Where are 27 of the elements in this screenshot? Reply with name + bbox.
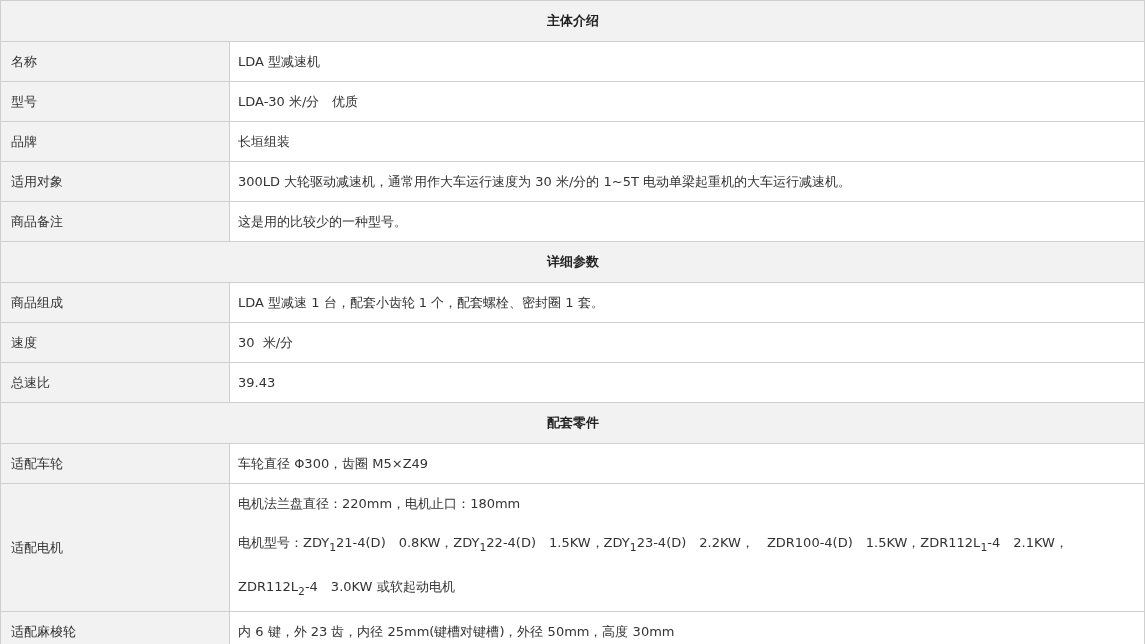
row-value: 电机法兰盘直径：220mm，电机止口：180mm xyxy=(238,495,522,513)
row-label: 总速比 xyxy=(1,363,230,402)
row-label: 速度 xyxy=(1,323,230,362)
row-label: 适配车轮 xyxy=(1,444,230,483)
row-label: 适配电机 xyxy=(1,484,230,612)
section-heading: 详细参数 xyxy=(1,242,1144,283)
row-value: 39.43 xyxy=(238,373,277,392)
row-value: LDA-30 米/分 优质 xyxy=(238,92,360,111)
row-value: 长垣组装 xyxy=(238,132,291,151)
section-heading: 配套零件 xyxy=(1,403,1144,444)
row-value: 电机型号：ZDY$_{1}$21-4(D) 0.8KW，ZDY$_{1}$22-4(D) 1.5KW，ZDY$_{1}$23-4(D) 2.2KW， ZDR100-4(D) 1.5KW，ZDR112L$_{1}$-4 2.1KW， xyxy=(238,534,1069,556)
row-value: 这是用的比较少的一种型号。 xyxy=(238,212,408,231)
row-value: LDA 型减速机 xyxy=(238,52,322,71)
section-heading: 主体介绍 xyxy=(1,1,1144,42)
row-label: 品牌 xyxy=(1,122,230,161)
row-value: 内 6 键，外 23 齿，内径 25mm(键槽对键槽)，外径 50mm，高度 30mm xyxy=(238,622,676,641)
row-label: 商品备注 xyxy=(1,202,230,241)
row-value: ZDR112L$_{2}$-4 3.0KW 或软起动电机 xyxy=(238,577,456,600)
row-label: 商品组成 xyxy=(1,283,230,322)
row-label: 名称 xyxy=(1,42,230,81)
row-label: 适配麻梭轮 xyxy=(1,612,230,644)
row-value: 30 米/分 xyxy=(238,333,295,352)
row-value: 300LD 大轮驱动减速机，通常用作大车运行速度为 30 米/分的 1~5T 电动单梁起重机的大车运行减速机。 xyxy=(238,172,853,191)
row-label: 适用对象 xyxy=(1,162,230,201)
row-value: 车轮直径 Φ300，齿圈 M5×Z49 xyxy=(238,454,430,473)
row-label: 型号 xyxy=(1,82,230,121)
row-value: LDA 型减速 1 台，配套小齿轮 1 个，配套螺栓、密封圈 1 套。 xyxy=(238,293,605,312)
